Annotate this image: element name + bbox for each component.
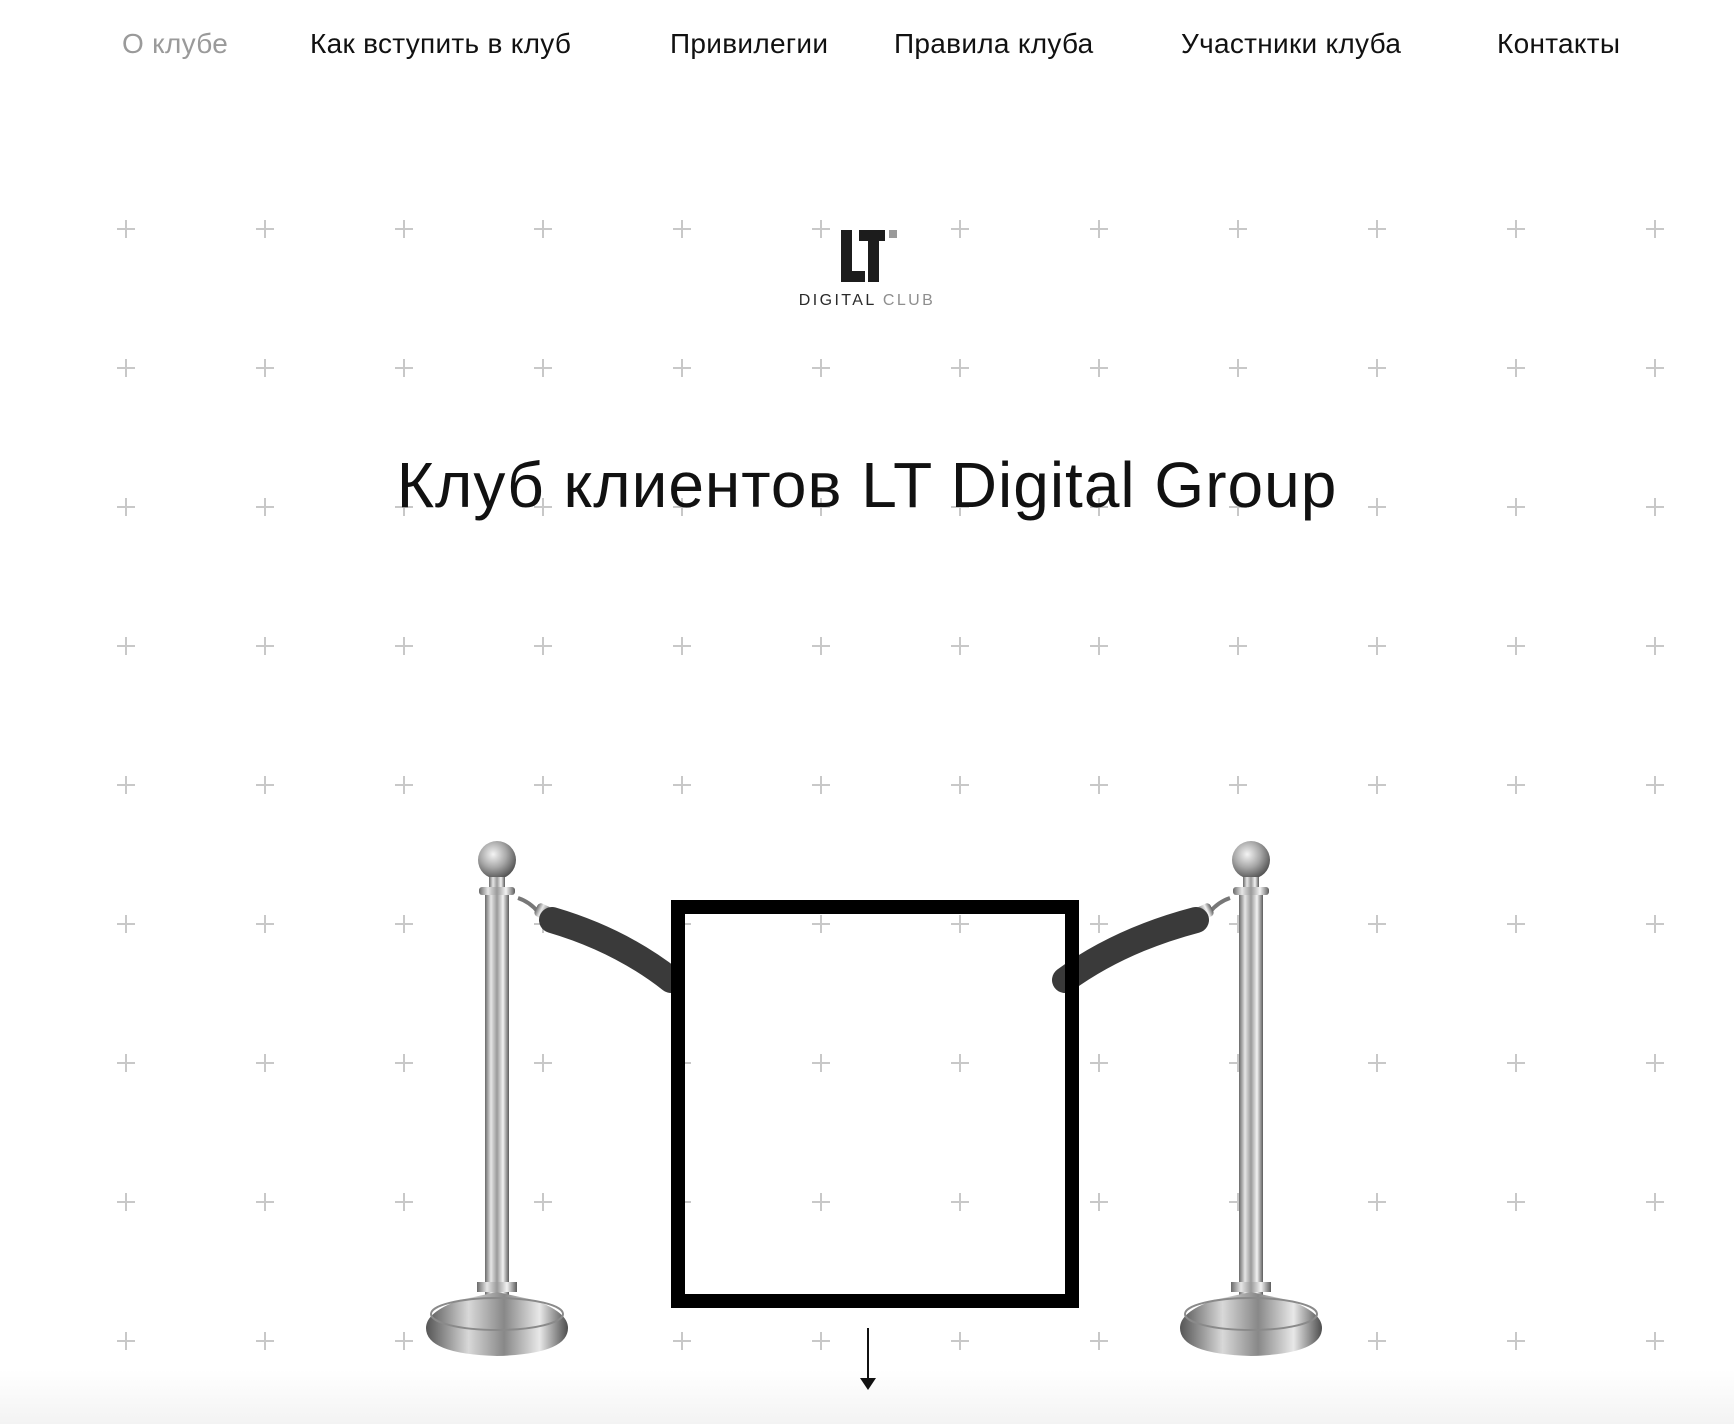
right-rope [1052,896,1231,993]
left-rope [517,896,684,993]
video-frame-placeholder[interactable] [671,900,1079,1308]
arrow-down-icon[interactable] [856,1328,880,1392]
page: О клубе Как вступить в клуб Привилегии П… [0,0,1734,1424]
